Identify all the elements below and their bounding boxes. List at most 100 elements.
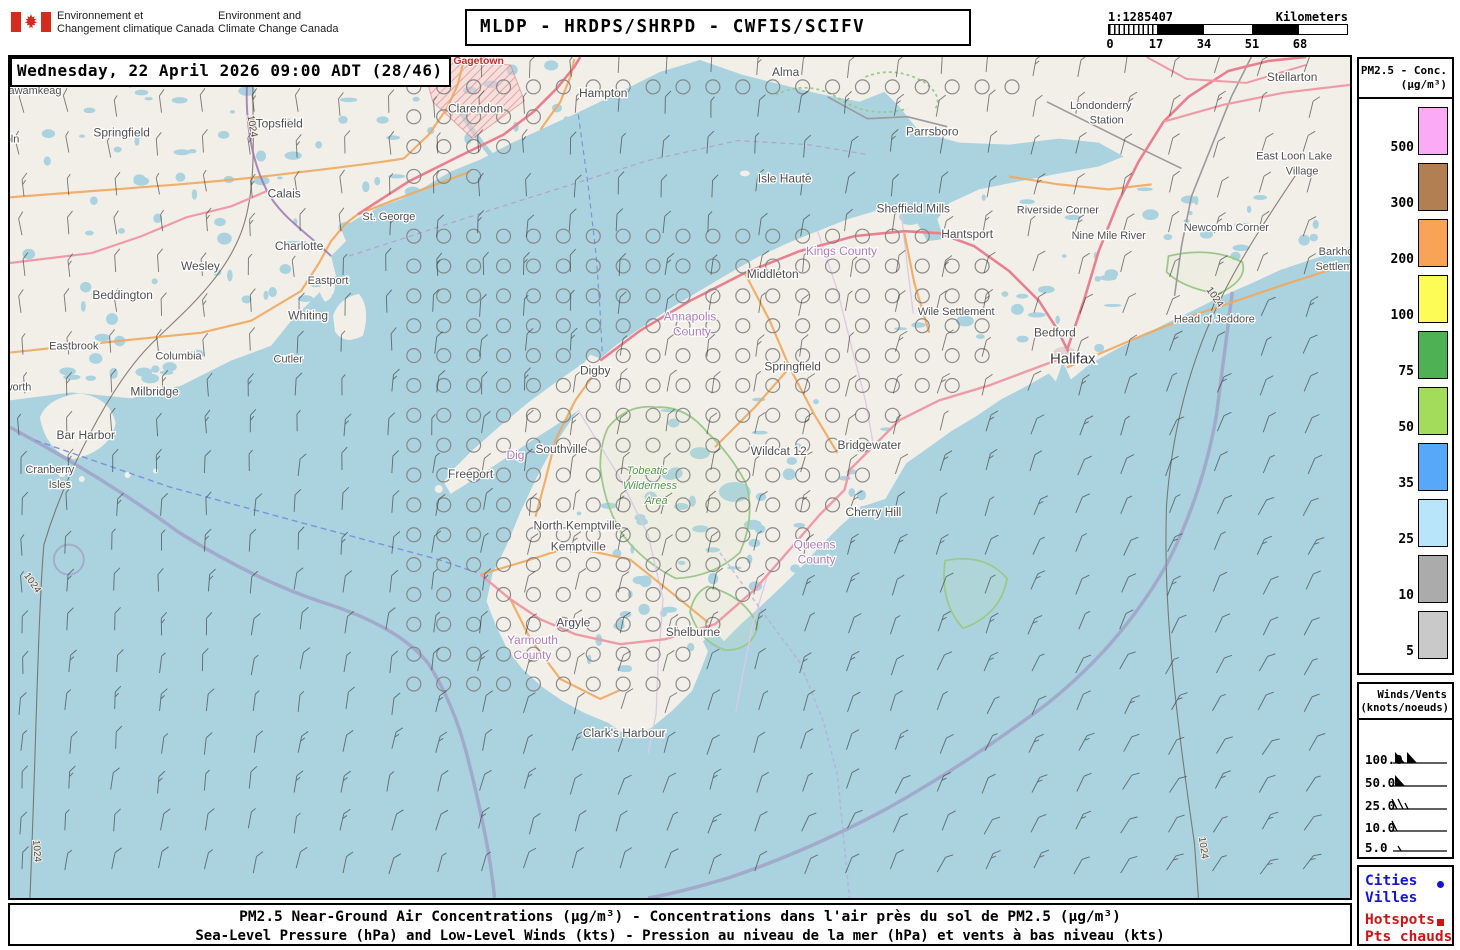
mldp-map-viewer: Environnement et Changement climatique Ca… (0, 0, 1460, 950)
pm25-swatch (1418, 331, 1448, 379)
hotspot-marker-icon (1437, 919, 1444, 926)
sites-legend: Cities Villes Hotspots Pts chauds (1357, 865, 1454, 946)
place-label: Beddington (92, 288, 152, 302)
pm25-legend: PM2.5 - Conc. (µg/m³) 500 300 200 100 75 50 35… (1357, 57, 1454, 675)
place-label: Kemptville (551, 540, 606, 554)
winds-legend-title: Winds/Vents (1377, 689, 1447, 701)
caption-line2: Sea-Level Pressure (hPa) and Low-Level W… (195, 928, 1165, 944)
place-label: Station (1090, 115, 1124, 127)
pm25-swatch-value: 50 (1398, 420, 1414, 435)
scale-strip (1108, 24, 1348, 35)
pm25-swatch-value: 200 (1390, 252, 1414, 267)
product-title: MLDP - HRDPS/SHRPD - CWFIS/SCIFV (465, 9, 971, 46)
place-label: Kings County (806, 244, 877, 258)
place-label: Wilderness (623, 480, 678, 492)
wind-speed-label: 5.0 (1365, 840, 1388, 855)
place-label: Stellarton (1267, 70, 1317, 84)
pm25-swatch-value: 5 (1406, 644, 1414, 659)
place-label: Digby (580, 363, 611, 377)
place-label: Cutler (274, 354, 304, 366)
place-label: Tobeatic (627, 465, 669, 477)
pm25-swatch (1418, 499, 1448, 547)
place-label: Springfield (93, 126, 149, 140)
scale-ratio: 1:1285407 (1108, 10, 1174, 24)
place-label: Halifax (1050, 351, 1096, 368)
place-label: Hantsport (941, 227, 993, 241)
place-label: Cherry Hill (846, 505, 902, 519)
place-label: Bridgewater (838, 438, 902, 452)
place-label: Eastbrook (49, 341, 99, 353)
place-label: Cranberry (26, 464, 75, 476)
legend-divider (1359, 97, 1452, 99)
place-label: Yarmouth (507, 633, 558, 647)
map-scale-bar: 1:1285407 Kilometers 0 17 34 51 68 (1106, 10, 1348, 51)
wind-barb-icon (1391, 798, 1447, 810)
pm25-swatch-value: 500 (1390, 140, 1414, 155)
scale-tick: 51 (1244, 37, 1260, 51)
place-label: Isles (49, 479, 72, 491)
place-label: 1024 (30, 839, 43, 862)
place-label: Eastport (308, 275, 349, 287)
place-label: Londonderry (1070, 100, 1132, 112)
org-name-english: Environment and Climate Change Canada (218, 10, 339, 35)
place-label: County (514, 648, 552, 662)
timestamp-box: Wednesday, 22 April 2026 09:00 ADT (28/4… (10, 57, 451, 87)
pm25-swatch-value: 25 (1398, 532, 1414, 547)
place-label: Nine Mile River (1072, 230, 1147, 242)
hotspots-label-en: Hotspots (1365, 912, 1435, 928)
org-name-french: Environnement et Changement climatique Ca… (57, 10, 215, 35)
place-label: Freeport (448, 467, 494, 481)
place-label: Springfield (764, 360, 820, 374)
place-label: North Kemptville (533, 519, 621, 533)
winds-legend: Winds/Vents (knots/noeuds) 100.0 50.0 25.0… (1357, 682, 1454, 859)
pm25-swatch (1418, 107, 1448, 155)
hotspots-label-fr: Pts chauds (1365, 929, 1453, 945)
place-label: Topsfield (256, 117, 303, 131)
scale-unit-label: Kilometers (1275, 10, 1348, 24)
scale-tick: 34 (1196, 37, 1212, 51)
place-label: Southville (535, 442, 587, 456)
pm25-swatch-value: 300 (1390, 196, 1414, 211)
pm25-swatch (1418, 219, 1448, 267)
wind-barb-icon (1391, 820, 1447, 832)
place-label: Middleton (747, 267, 799, 281)
cities-label-fr: Villes (1365, 890, 1418, 906)
wind-barb-icon (1393, 752, 1447, 764)
place-label: Head of Jeddore (1174, 314, 1255, 326)
pm25-swatch (1418, 275, 1448, 323)
place-label: Village (1286, 165, 1319, 177)
place-label: Sheffield Mills (877, 201, 951, 215)
pm25-swatch-value: 10 (1398, 588, 1414, 603)
winds-legend-units: (knots/noeuds) (1360, 702, 1449, 714)
place-label: Isle Haute (758, 171, 812, 185)
place-label: Clark's Harbour (583, 726, 666, 740)
place-label: Area (644, 495, 668, 507)
pm25-swatch (1418, 387, 1448, 435)
place-label: Gagetown (453, 57, 503, 67)
pm25-swatch-value: 75 (1398, 364, 1414, 379)
place-label: Annapolis (664, 310, 717, 324)
pm25-legend-units: (µg/m³) (1400, 78, 1447, 91)
pm25-swatch (1418, 163, 1448, 211)
map-canvas: ttawamkeagSpringfieldTopsfieldolnCalaisS… (8, 55, 1352, 900)
place-label: County (798, 553, 836, 567)
place-label: Barkho (1319, 246, 1350, 258)
place-label: Hampton (579, 86, 627, 100)
caption-line1: PM2.5 Near-Ground Air Concentrations (µg… (239, 909, 1121, 925)
place-label: Alma (772, 65, 800, 79)
pm25-swatch (1418, 555, 1448, 603)
place-label: Wildcat 12 (751, 444, 807, 458)
city-marker-icon (1437, 881, 1444, 888)
caption-box: PM2.5 Near-Ground Air Concentrations (µg… (8, 903, 1352, 946)
pm25-swatch (1418, 443, 1448, 491)
place-label: Shelburne (666, 625, 721, 639)
pm25-swatch (1418, 611, 1448, 659)
place-label: Calais (268, 186, 301, 200)
scale-tick: 0 (1106, 37, 1114, 51)
place-label: oln (10, 134, 19, 146)
place-label: Bedford (1034, 326, 1076, 340)
place-label: Whiting (288, 309, 328, 323)
pm25-swatch-value: 35 (1398, 476, 1414, 491)
place-label: Wesley (181, 259, 220, 273)
pm25-legend-title: PM2.5 - Conc. (1360, 64, 1447, 77)
